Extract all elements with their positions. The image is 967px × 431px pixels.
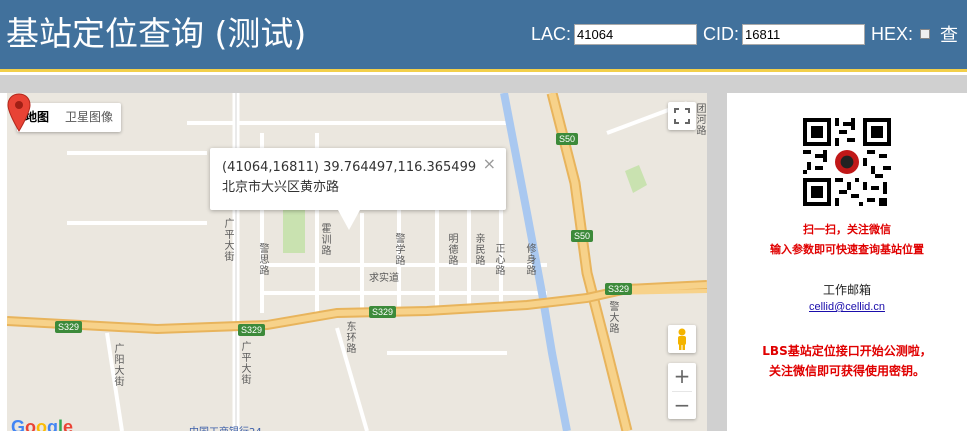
zoom-out-button[interactable]: − [668, 392, 696, 420]
road-label: 亲民路 [473, 233, 484, 266]
road-label: 广平大街 [239, 341, 250, 385]
cid-label: CID: [703, 23, 740, 44]
road-label: 广平大街 [222, 218, 233, 262]
poi-label: 中国工商银行24 [189, 423, 262, 431]
road-label: 求实道 [369, 273, 399, 284]
header-bar: 基站定位查询 (测试) LAC: CID: HEX: 查 询 [0, 0, 967, 72]
close-icon[interactable]: × [483, 154, 496, 174]
map-pin-icon[interactable] [7, 93, 31, 133]
info-window-tail [338, 210, 360, 230]
hex-label: HEX: [871, 23, 914, 44]
pegman-icon [678, 328, 686, 350]
scan-text: 扫一扫，关注微信 [803, 223, 891, 236]
highway-shield: S329 [369, 306, 397, 318]
tab-satellite[interactable]: 卫星图像 [57, 103, 121, 132]
qr-code-icon [803, 118, 891, 206]
road-label: 东环路 [344, 321, 355, 354]
query-form: LAC: CID: HEX: 查 询 [531, 22, 967, 46]
map-canvas[interactable]: 地图 卫星图像 求实道 广平大街 广平大街 东环路 广阳大街 警思路 霍训路 警… [7, 93, 707, 431]
google-logo[interactable]: Google [11, 418, 73, 431]
page-title: 基站定位查询 (测试) [6, 14, 307, 53]
road-label: 修身路 [524, 243, 535, 276]
scan-subtext: 输入参数即可快速查询基站位置 [770, 243, 924, 256]
query-button[interactable]: 查 询 [940, 21, 967, 47]
info-address: 北京市大兴区黄亦路 [222, 180, 340, 195]
road-label: 正心路 [493, 243, 504, 276]
road-label: 霍训路 [319, 223, 330, 256]
highway-shield: S329 [238, 324, 266, 336]
road-label: 广阳大街 [112, 343, 123, 387]
cid-input[interactable] [742, 23, 866, 45]
api-notice-sub: 关注微信即可获得使用密钥。 [768, 364, 925, 378]
api-notice: LBS基站定位接口开始公测啦， [762, 344, 932, 358]
zoom-in-button[interactable]: + [668, 363, 696, 391]
info-panel: 扫一扫，关注微信 输入参数即可快速查询基站位置 工作邮箱 cellid@cell… [727, 93, 967, 431]
separator-gutter [707, 93, 727, 431]
street-view-button[interactable] [668, 325, 696, 353]
highway-shield: S329 [55, 321, 83, 333]
mail-label: 工作邮箱 [822, 283, 871, 297]
lac-label: LAC: [531, 23, 572, 44]
info-coordinates: (41064,16811) 39.764497,116.365499 [222, 160, 477, 175]
road-label: 警大路 [607, 301, 618, 334]
road-label: 明德路 [446, 233, 457, 266]
road-label: 警思路 [257, 243, 268, 276]
lac-input[interactable] [574, 23, 698, 45]
map-type-control: 地图 卫星图像 [17, 103, 122, 132]
road-label: 警学路 [393, 233, 404, 266]
road-label: 团河路 [694, 103, 705, 136]
separator-band [0, 75, 967, 93]
highway-shield: S50 [556, 133, 579, 145]
mail-link[interactable]: cellid@cellid.cn [727, 301, 967, 313]
info-window: (41064,16811) 39.764497,116.365499 北京市大兴… [210, 148, 506, 210]
highway-shield: S329 [605, 283, 633, 295]
zoom-control: + − [668, 363, 696, 419]
hex-checkbox[interactable] [920, 29, 931, 39]
highway-shield: S50 [571, 230, 594, 242]
